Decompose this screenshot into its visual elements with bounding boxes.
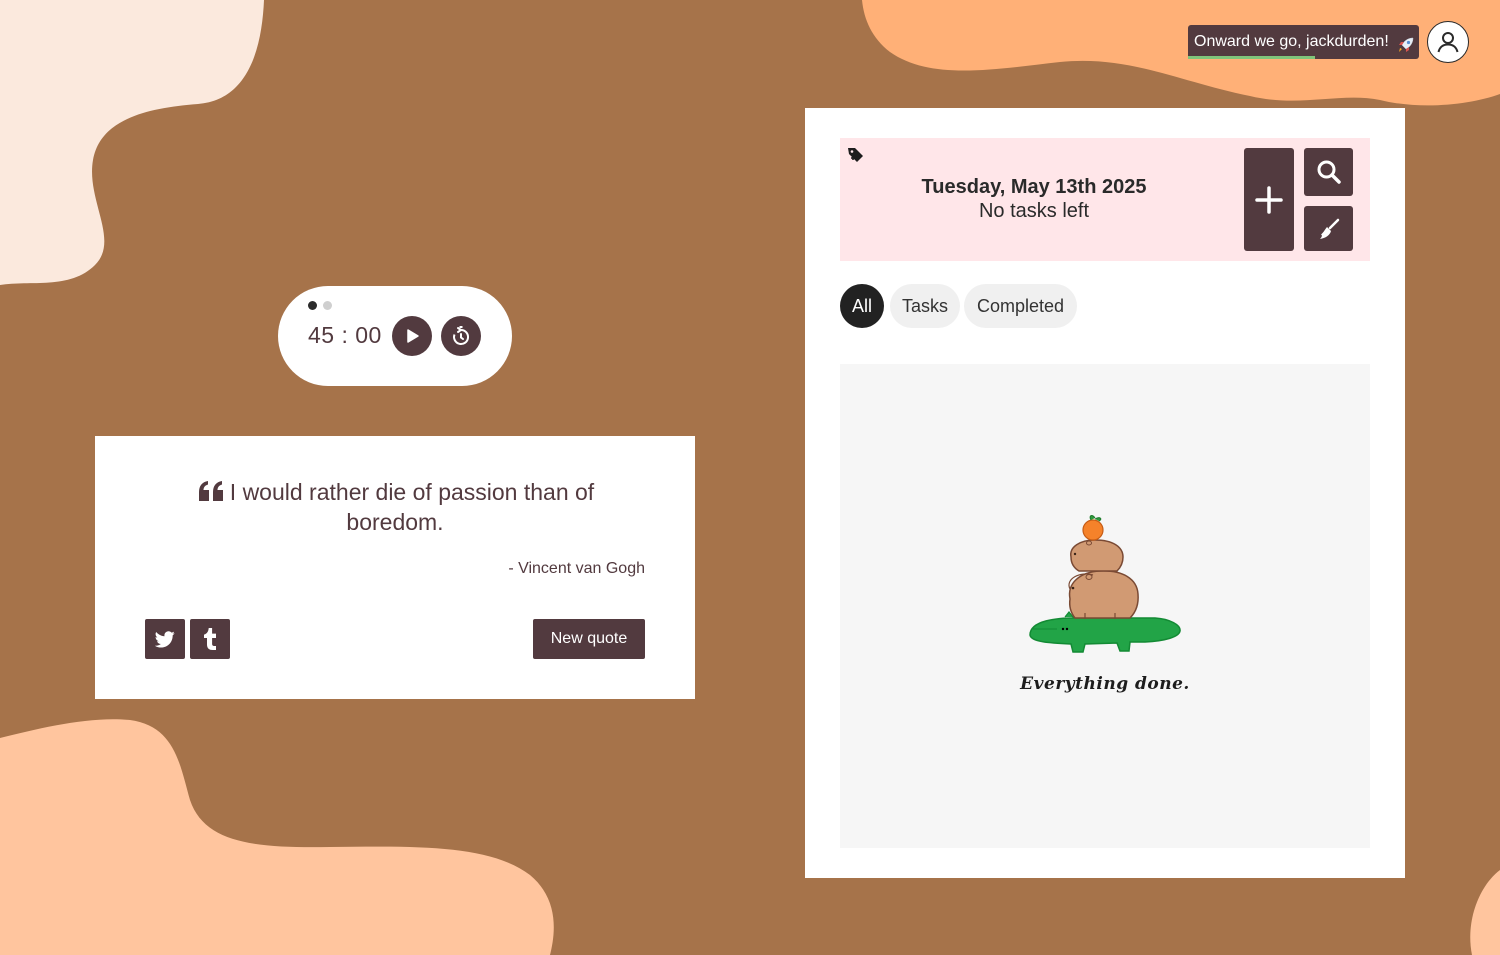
- top-left-blob: [0, 0, 264, 285]
- timer-page-dot-active[interactable]: [308, 301, 317, 310]
- user-icon: [1437, 32, 1459, 53]
- quote-card: I would rather die of passion than of bo…: [95, 436, 695, 699]
- greeting-text: Onward we go, jackdurden!: [1194, 33, 1389, 50]
- plus-icon: [1255, 185, 1283, 214]
- timer-page-dot[interactable]: [323, 301, 332, 310]
- broom-icon: [1319, 218, 1339, 239]
- greeting-badge: Onward we go, jackdurden!: [1188, 25, 1419, 59]
- quote-block: I would rather die of passion than of bo…: [175, 478, 615, 536]
- timer-display: 45 : 00: [308, 322, 382, 348]
- share-twitter-button[interactable]: [145, 619, 185, 659]
- filter-all-tab[interactable]: All: [840, 284, 884, 328]
- clear-completed-button[interactable]: [1304, 206, 1353, 251]
- empty-task-list: Everything done.: [840, 364, 1370, 848]
- share-tumblr-button[interactable]: [190, 619, 230, 659]
- empty-message: Everything done.: [1020, 674, 1190, 694]
- quote-text: I would rather die of passion than of bo…: [229, 479, 595, 535]
- twitter-icon: [155, 630, 175, 647]
- todo-status: No tasks left: [978, 200, 1090, 222]
- tumblr-icon: [204, 628, 216, 650]
- todo-header: Tuesday, May 13th 2025 No tasks left: [840, 138, 1370, 261]
- todo-date: Tuesday, May 13th 2025: [921, 176, 1147, 198]
- todo-panel: Tuesday, May 13th 2025 No tasks left All…: [805, 108, 1405, 878]
- reset-timer-button[interactable]: [441, 316, 481, 356]
- new-quote-button[interactable]: New quote: [533, 619, 645, 659]
- quote-icon: [196, 480, 226, 508]
- search-icon: [1317, 160, 1341, 184]
- play-icon: [407, 329, 419, 343]
- add-task-button[interactable]: [1244, 148, 1294, 251]
- bottom-right-blob: [1470, 870, 1500, 955]
- pomodoro-timer: 45 : 00: [278, 286, 512, 386]
- greeting-progress-bar: [1188, 56, 1316, 59]
- tag-add-icon[interactable]: [847, 146, 865, 169]
- filter-tasks-tab[interactable]: Tasks: [890, 284, 960, 328]
- timer-reset-icon: [453, 326, 470, 345]
- capybaras-on-crocodile-illustration: [1029, 515, 1181, 653]
- search-tasks-button[interactable]: [1304, 148, 1353, 196]
- filter-completed-tab[interactable]: Completed: [964, 284, 1077, 328]
- user-avatar-button[interactable]: [1427, 21, 1469, 63]
- rocket-icon: [1397, 33, 1415, 52]
- quote-author: - Vincent van Gogh: [508, 560, 645, 577]
- bottom-left-blob: [0, 719, 554, 955]
- play-button[interactable]: [392, 316, 432, 356]
